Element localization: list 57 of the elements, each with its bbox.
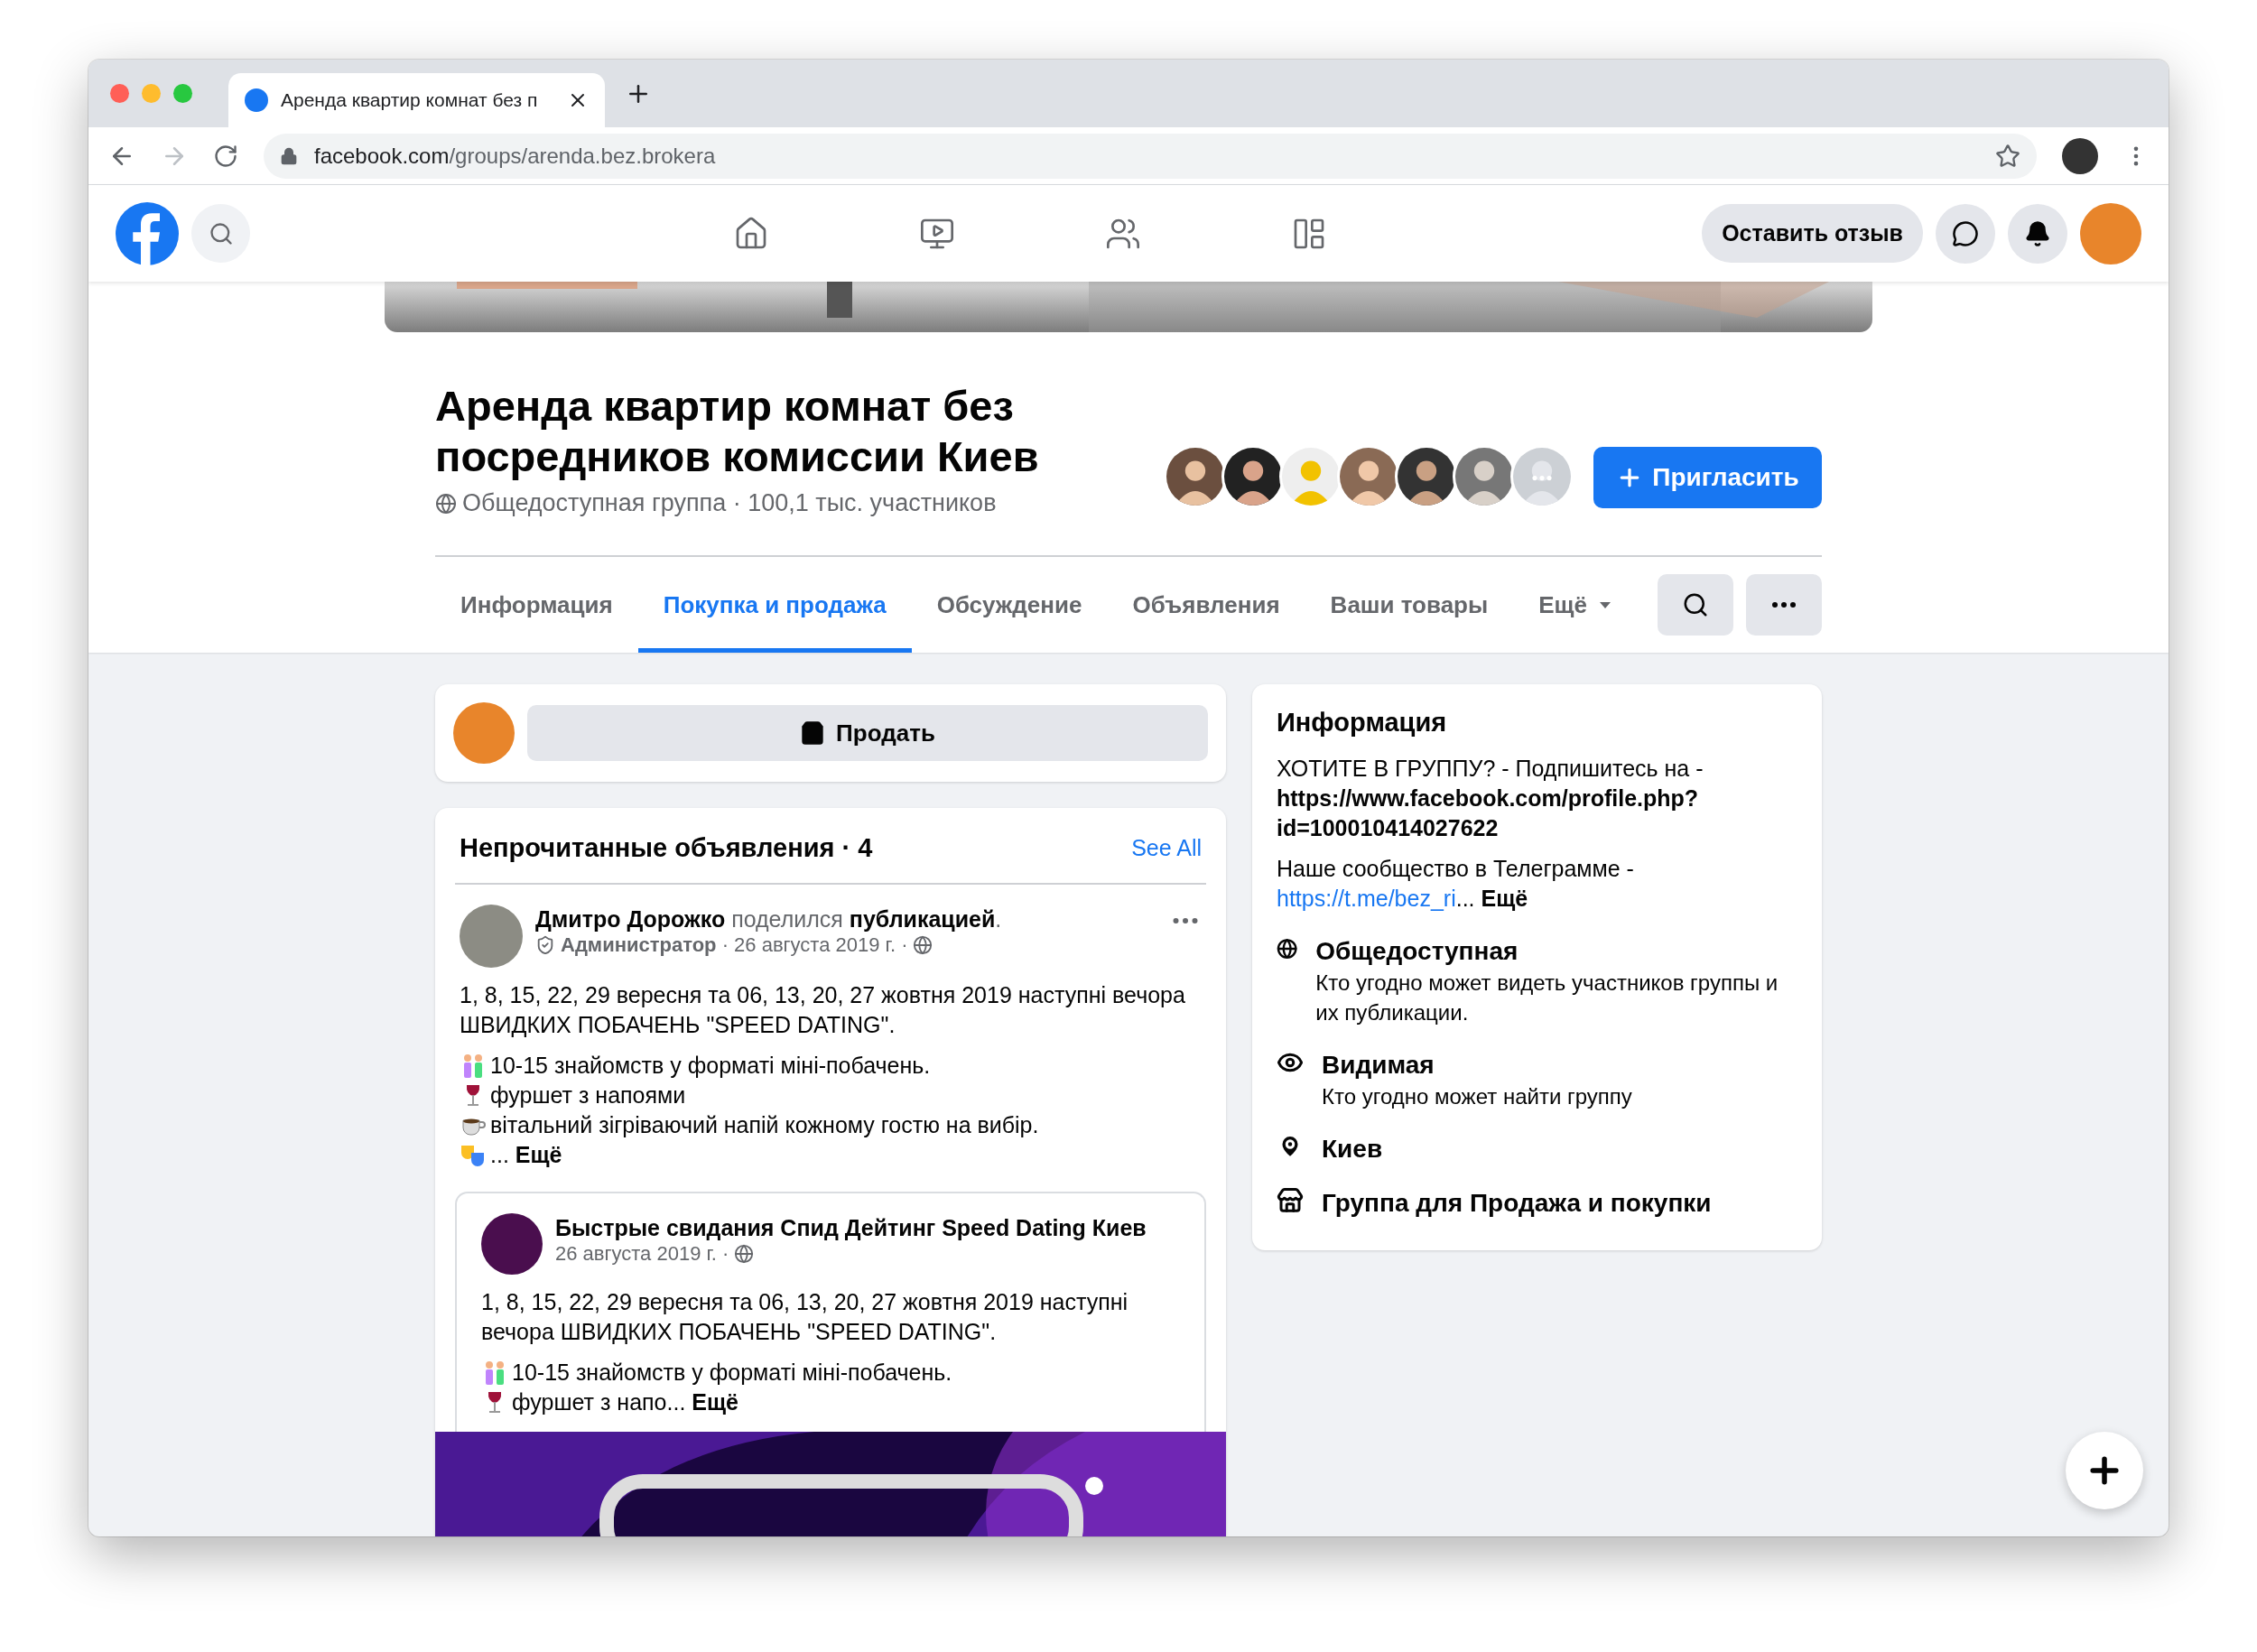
logo-icon[interactable] <box>116 201 179 265</box>
search-icon <box>1682 591 1709 618</box>
info-title: Общедоступная <box>1315 936 1519 967</box>
globe-icon <box>435 492 457 515</box>
group-tab[interactable]: Объявления <box>1107 557 1305 653</box>
post-text: 1, 8, 15, 22, 29 вересня та 06, 13, 20, 27 жовтня 2019 наступні вечора ШВИДКИХ ПОБАЧЕНЬ "SPEED DATING". <box>460 981 1186 1039</box>
bookmark-star-icon[interactable] <box>1995 143 2020 169</box>
url-text: facebook.com/groups/arenda.bez.brokera <box>314 143 717 169</box>
post-date: 26 августа 2019 г. · <box>555 1242 729 1266</box>
more-icon <box>1772 602 1796 608</box>
tab-title: Аренда квартир комнат без п <box>281 89 539 111</box>
admin-badge-icon <box>535 935 555 955</box>
lock-icon <box>280 146 298 165</box>
group-meta: Общедоступная группа · 100,1 тыс. участников <box>462 489 997 517</box>
post-text-line: фуршет з напоями <box>490 1081 686 1109</box>
see-all-link[interactable]: See All <box>1131 835 1202 861</box>
telegram-link[interactable]: https://t.me/bez_ri <box>1277 886 1456 911</box>
reload-icon[interactable] <box>213 143 238 169</box>
chat-bubble-icon <box>1952 219 1979 247</box>
post-header: Дмитро Дорожко поделился публикацией. <box>535 905 1003 933</box>
new-message-button[interactable] <box>2066 1432 2143 1509</box>
post-text-line: фуршет з напо... Ещё <box>512 1388 738 1416</box>
post-text-line: 10-15 знайомств у форматі міні-побачень. <box>512 1359 952 1387</box>
post-text: 1, 8, 15, 22, 29 вересня та 06, 13, 20, 27 жовтня 2019 наступні вечора ШВИДКИХ ПОБАЧЕНЬ "SPEED DATING". <box>481 1288 1129 1346</box>
info-title: Группа для Продажа и покупки <box>1322 1188 1712 1219</box>
address-bar[interactable]: facebook.com/groups/arenda.bez.brokera <box>264 133 2037 179</box>
info-title: Киев <box>1322 1134 1383 1165</box>
globe-icon <box>913 935 933 955</box>
about-text: ХОТИТЕ В ГРУППУ? - Подпишитесь на - https://www.facebook.com/profile.php?id=100010414027622 <box>1277 755 1704 842</box>
sell-button[interactable]: Продать <box>527 705 1208 761</box>
group-tab[interactable]: Обсуждение <box>911 557 1108 653</box>
post-text-line: 10-15 знайомств у форматі міні-побачень. <box>490 1052 931 1080</box>
browser-tab[interactable]: Аренда квартир комнат без п <box>228 73 605 127</box>
card-title: Информация <box>1277 708 1448 738</box>
about-text: Наше сообщество в Телеграмме - https://t.me/bez_ri... Ещё <box>1277 855 1635 913</box>
group-title: Аренда квартир комнат без посредников комиссии Киев <box>435 381 1040 482</box>
info-title: Видимая <box>1322 1050 1435 1081</box>
profile-avatar[interactable] <box>2062 137 2098 174</box>
more-tab[interactable]: Ещё <box>1513 557 1639 653</box>
store-icon <box>1277 1187 1304 1214</box>
search-icon <box>208 220 234 246</box>
info-description: Кто угодно может видеть участников группы и их публикации. <box>1315 970 1779 1026</box>
group-tab[interactable]: Ваши товары <box>1305 557 1514 653</box>
invite-button[interactable]: Пригласить <box>1593 447 1822 508</box>
post-text-line: вітальний зігріваючий напій кожному гостю на вибір. <box>490 1111 1039 1139</box>
post-meta: Администратор · 26 августа 2019 г. · <box>561 933 908 957</box>
favicon-icon <box>245 88 268 112</box>
section-title: Непрочитанные объявления · 4 <box>460 833 873 863</box>
search-button[interactable] <box>1658 574 1733 636</box>
post-text-line: ... Ещё <box>490 1141 562 1169</box>
group-tab[interactable]: Информация <box>435 557 638 653</box>
info-description: Кто угодно может найти группу <box>1322 1083 1632 1110</box>
globe-icon <box>734 1244 755 1264</box>
group-tab[interactable]: Покупка и продажа <box>637 557 912 653</box>
page-name: Быстрые свидания Спид Дейтинг Speed Dating Киев <box>555 1215 1147 1240</box>
bell-icon <box>2024 219 2051 247</box>
feedback-button[interactable]: Оставить отзыв <box>1702 204 1923 263</box>
